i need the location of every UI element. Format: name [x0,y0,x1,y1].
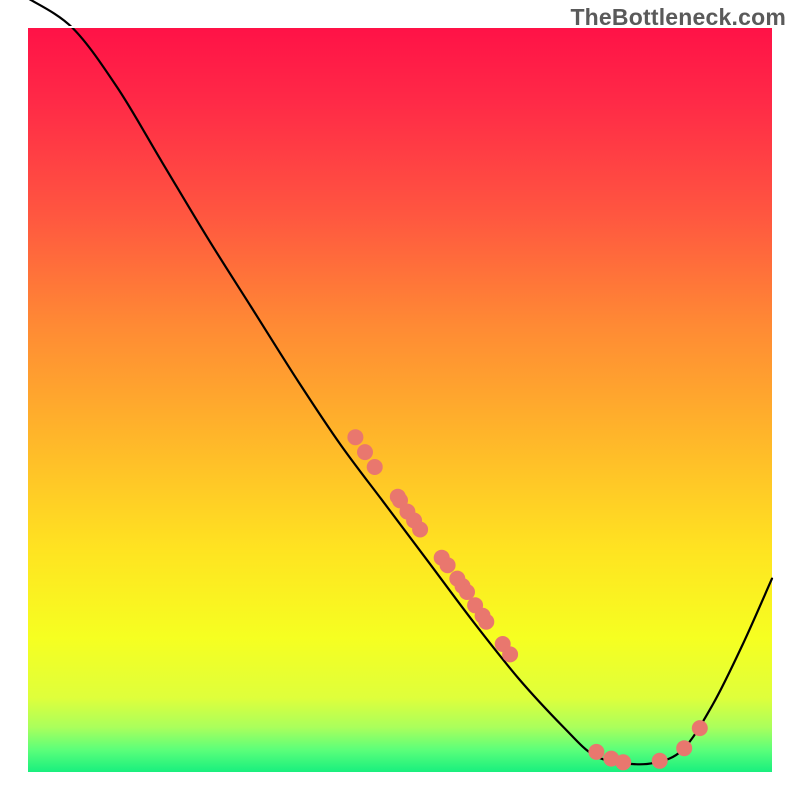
data-point [412,522,428,538]
data-point [459,584,475,600]
data-point [502,646,518,662]
data-point [440,557,456,573]
plot-area [28,28,772,772]
watermark-text: TheBottleneck.com [570,4,786,31]
data-point [692,720,708,736]
data-point [588,744,604,760]
data-point [652,753,668,769]
data-points [347,429,707,770]
data-point [357,444,373,460]
chart-stage: TheBottleneck.com [0,0,800,800]
data-point [676,740,692,756]
bottleneck-curve [28,0,772,764]
data-point [478,614,494,630]
data-point [347,429,363,445]
data-point [615,754,631,770]
data-point [367,459,383,475]
chart-overlay [28,28,772,772]
